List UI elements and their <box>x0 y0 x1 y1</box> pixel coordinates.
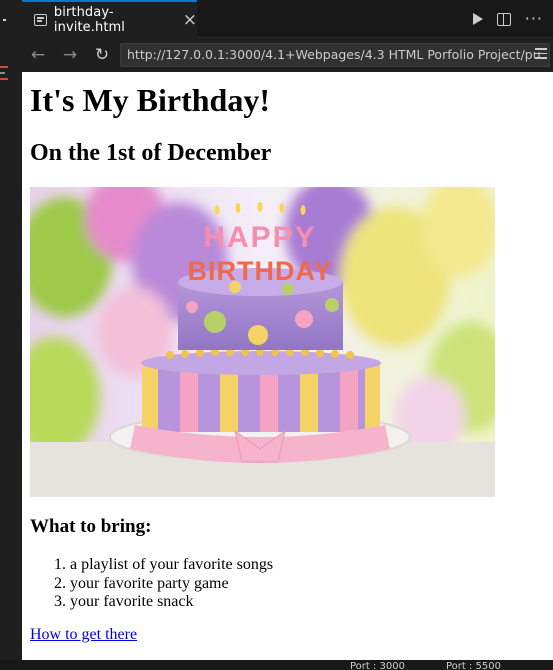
editor-error-marker <box>0 78 8 80</box>
split-editor-icon[interactable] <box>496 12 511 26</box>
directions-link[interactable]: How to get there <box>30 626 137 644</box>
editor-side-strip <box>0 0 22 660</box>
list-item: your favorite party game <box>70 575 273 594</box>
tab-label: birthday-invite.html <box>53 5 125 35</box>
bring-list: a playlist of your favorite songs your f… <box>30 556 273 612</box>
page-viewport: It's My Birthday! On the 1st of December <box>22 72 553 660</box>
menu-icon[interactable] <box>535 48 547 60</box>
cake-candles-top: HAPPY <box>203 221 316 254</box>
preview-icon <box>34 14 47 26</box>
list-item: a playlist of your favorite songs <box>70 556 273 575</box>
birthday-cake-image: HAPPY BIRTHDAY <box>30 187 495 497</box>
browser-nav-bar: ← → ↻ http://127.0.0.1:3000/4.1+Webpages… <box>22 38 553 72</box>
editor-line-marker <box>0 72 5 74</box>
close-icon[interactable]: × <box>183 11 197 29</box>
forward-button[interactable]: → <box>54 46 86 64</box>
port-status-5500[interactable]: Port : 5500 <box>446 662 501 670</box>
list-item: your favorite snack <box>70 593 273 612</box>
page-subheading: On the 1st of December <box>30 140 272 166</box>
port-status-3000[interactable]: Port : 3000 <box>350 662 405 670</box>
bring-heading: What to bring: <box>30 516 152 537</box>
more-actions-icon[interactable]: ··· <box>525 11 543 27</box>
url-input[interactable]: http://127.0.0.1:3000/4.1+Webpages/4.3 H… <box>120 43 550 67</box>
run-icon[interactable] <box>472 13 483 25</box>
tab-actions: ··· <box>472 0 543 38</box>
editor-marker <box>3 19 6 21</box>
tab-birthday-invite[interactable]: birthday-invite.html × <box>22 0 197 38</box>
page-heading: It's My Birthday! <box>30 82 270 118</box>
editor-error-marker <box>0 66 8 68</box>
back-button[interactable]: ← <box>22 46 54 64</box>
cake-candles-bottom: BIRTHDAY <box>187 256 332 286</box>
tab-bar: birthday-invite.html × ··· <box>22 0 553 38</box>
reload-button[interactable]: ↻ <box>86 46 118 64</box>
status-bar: Port : 3000 Port : 5500 <box>0 660 553 670</box>
